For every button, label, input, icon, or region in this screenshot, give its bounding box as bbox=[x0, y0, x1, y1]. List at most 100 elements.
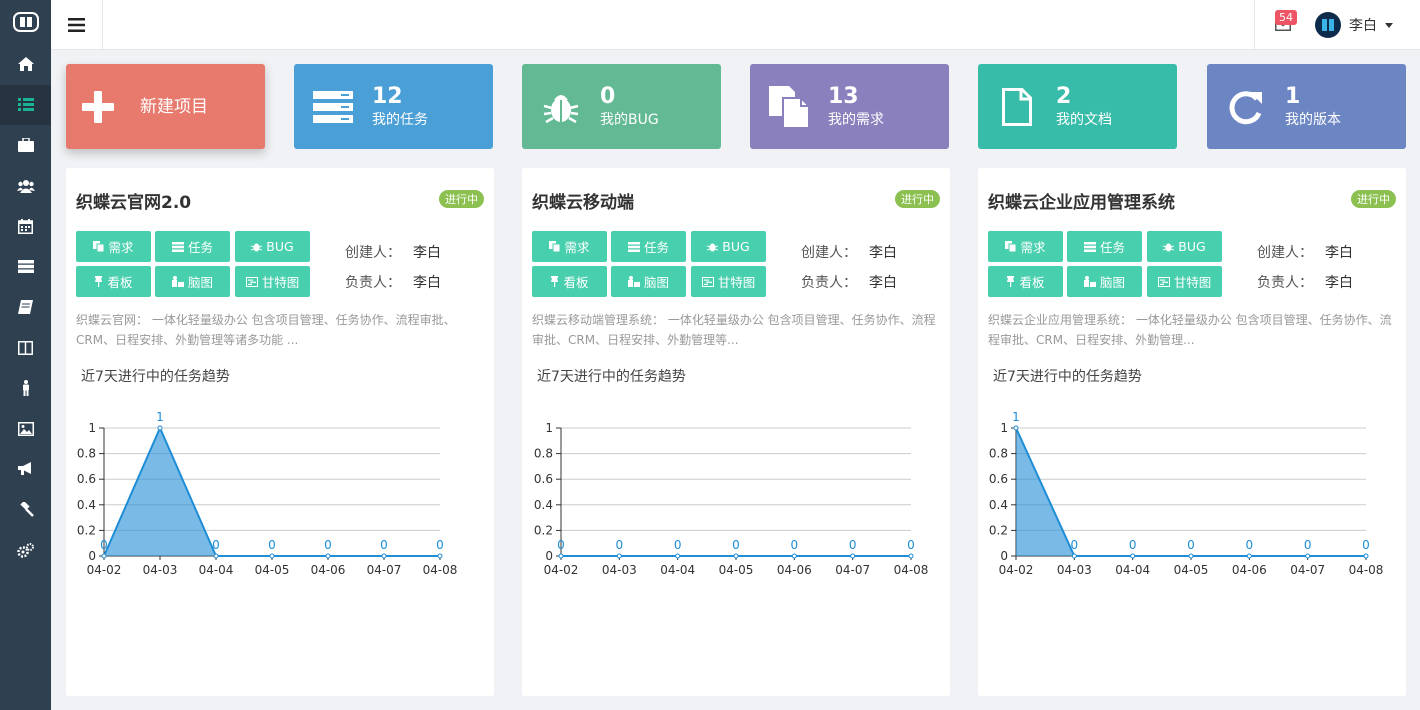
sidebar-item-home[interactable] bbox=[0, 44, 51, 85]
y-tick-label: 0.8 bbox=[77, 447, 96, 461]
bug-button[interactable]: BUG bbox=[1147, 231, 1222, 262]
stat-my-requirements[interactable]: 13 我的需求 bbox=[750, 64, 949, 149]
gantt-button[interactable]: 甘特图 bbox=[235, 266, 310, 297]
stat-my-bugs[interactable]: 0 我的BUG bbox=[522, 64, 721, 149]
sidebar-item-book[interactable] bbox=[0, 287, 51, 328]
mindmap-button[interactable]: 脑图 bbox=[1067, 266, 1142, 297]
y-tick-label: 0.2 bbox=[989, 523, 1008, 537]
requirements-button[interactable]: 需求 bbox=[988, 231, 1063, 262]
data-point[interactable] bbox=[1188, 553, 1194, 559]
tasks-button[interactable]: 任务 bbox=[1067, 231, 1142, 262]
sidebar-item-briefcase[interactable] bbox=[0, 125, 51, 166]
new-project-button[interactable]: 新建项目 bbox=[66, 64, 265, 149]
data-label: 0 bbox=[1246, 538, 1254, 552]
stat-my-tasks[interactable]: 12 我的任务 bbox=[294, 64, 493, 149]
data-point[interactable] bbox=[269, 553, 275, 559]
requirements-button[interactable]: 需求 bbox=[76, 231, 151, 262]
data-label: 0 bbox=[616, 538, 624, 552]
tasks-icon bbox=[1083, 241, 1096, 252]
data-point[interactable] bbox=[437, 553, 443, 559]
stat-my-versions[interactable]: 1 我的版本 bbox=[1207, 64, 1406, 149]
project-title[interactable]: 织蝶云移动端 bbox=[532, 188, 634, 213]
y-tick-label: 0 bbox=[545, 549, 553, 563]
data-point[interactable] bbox=[1246, 553, 1252, 559]
data-label: 0 bbox=[268, 538, 276, 552]
data-point[interactable] bbox=[908, 553, 914, 559]
user-name: 李白 bbox=[1349, 18, 1377, 34]
data-point[interactable] bbox=[675, 553, 681, 559]
kanban-button[interactable]: 看板 bbox=[76, 266, 151, 297]
sidebar-item-users[interactable] bbox=[0, 166, 51, 207]
data-point[interactable] bbox=[325, 553, 331, 559]
mindmap-button[interactable]: 脑图 bbox=[611, 266, 686, 297]
user-menu[interactable]: 李白 bbox=[1315, 0, 1393, 50]
data-point[interactable] bbox=[213, 553, 219, 559]
sidebar-item-list[interactable] bbox=[0, 84, 51, 125]
data-label: 0 bbox=[1304, 538, 1312, 552]
trend-chart: 0 0.2 0.4 0.6 0.8 1 04-02 04-03 04-04 04-05 04-06 0… bbox=[534, 421, 929, 577]
button-label: 甘特图 bbox=[717, 275, 756, 290]
data-point[interactable] bbox=[1363, 553, 1369, 559]
sidebar-item-cogs[interactable] bbox=[0, 530, 51, 571]
sidebar-item-gavel[interactable] bbox=[0, 490, 51, 531]
sidebar-item-calendar[interactable] bbox=[0, 206, 51, 247]
sidebar-item-bullhorn[interactable] bbox=[0, 449, 51, 490]
data-label: 0 bbox=[791, 538, 799, 552]
owner-value: 李白 bbox=[1325, 275, 1353, 291]
tasks-button[interactable]: 任务 bbox=[611, 231, 686, 262]
kanban-button[interactable]: 看板 bbox=[988, 266, 1063, 297]
creator-label: 创建人： bbox=[1257, 245, 1313, 261]
sidebar-item-person[interactable] bbox=[0, 368, 51, 409]
data-label: 0 bbox=[1071, 538, 1079, 552]
image-icon bbox=[17, 421, 34, 436]
mindmap-button[interactable]: 脑图 bbox=[155, 266, 230, 297]
stat-my-documents[interactable]: 2 我的文档 bbox=[978, 64, 1177, 149]
stat-number: 0 bbox=[600, 83, 616, 109]
requirements-button[interactable]: 需求 bbox=[532, 231, 607, 262]
columns-icon bbox=[18, 340, 33, 355]
data-label: 0 bbox=[1362, 538, 1370, 552]
app-logo[interactable] bbox=[0, 0, 51, 44]
data-point[interactable] bbox=[616, 553, 622, 559]
bug-button[interactable]: BUG bbox=[235, 231, 310, 262]
data-point[interactable] bbox=[558, 553, 564, 559]
x-tick-label: 04-05 bbox=[719, 563, 754, 577]
data-point[interactable] bbox=[733, 553, 739, 559]
bullhorn-icon bbox=[17, 462, 31, 476]
y-tick-label: 0 bbox=[88, 549, 96, 563]
data-point[interactable] bbox=[381, 553, 387, 559]
y-tick-label: 0.2 bbox=[77, 523, 96, 537]
data-point[interactable] bbox=[850, 553, 856, 559]
tasks-button[interactable]: 任务 bbox=[155, 231, 230, 262]
gantt-icon bbox=[701, 276, 714, 287]
button-label: 任务 bbox=[1099, 240, 1125, 255]
trend-chart: 0 0.2 0.4 0.6 0.8 1 04-02 04-03 04-04 04-05 04-06 0… bbox=[77, 410, 458, 577]
list-icon bbox=[17, 98, 34, 112]
tasks-server-icon bbox=[313, 90, 353, 123]
data-point[interactable] bbox=[1013, 425, 1019, 431]
data-point[interactable] bbox=[157, 425, 163, 431]
person-icon bbox=[22, 380, 29, 397]
stat-number: 13 bbox=[828, 83, 859, 109]
project-title[interactable]: 织蝶云企业应用管理系统 bbox=[988, 188, 1175, 213]
y-tick-label: 0.8 bbox=[534, 447, 553, 461]
x-tick-label: 04-03 bbox=[143, 563, 178, 577]
data-point[interactable] bbox=[1305, 553, 1311, 559]
sidebar-item-image[interactable] bbox=[0, 409, 51, 450]
sidebar-item-columns[interactable] bbox=[0, 328, 51, 369]
gantt-button[interactable]: 甘特图 bbox=[691, 266, 766, 297]
gantt-button[interactable]: 甘特图 bbox=[1147, 266, 1222, 297]
sidebar-item-server[interactable] bbox=[0, 247, 51, 288]
kanban-button[interactable]: 看板 bbox=[532, 266, 607, 297]
project-title[interactable]: 织蝶云官网2.0 bbox=[76, 188, 191, 213]
data-point[interactable] bbox=[1071, 553, 1077, 559]
data-point[interactable] bbox=[101, 553, 107, 559]
data-point[interactable] bbox=[791, 553, 797, 559]
bug-icon bbox=[707, 241, 719, 252]
data-point[interactable] bbox=[1130, 553, 1136, 559]
menu-toggle-button[interactable] bbox=[51, 0, 103, 50]
data-label: 0 bbox=[1129, 538, 1137, 552]
y-tick-label: 0.4 bbox=[534, 498, 553, 512]
bug-button[interactable]: BUG bbox=[691, 231, 766, 262]
messages-button[interactable]: 54 bbox=[1254, 0, 1310, 50]
